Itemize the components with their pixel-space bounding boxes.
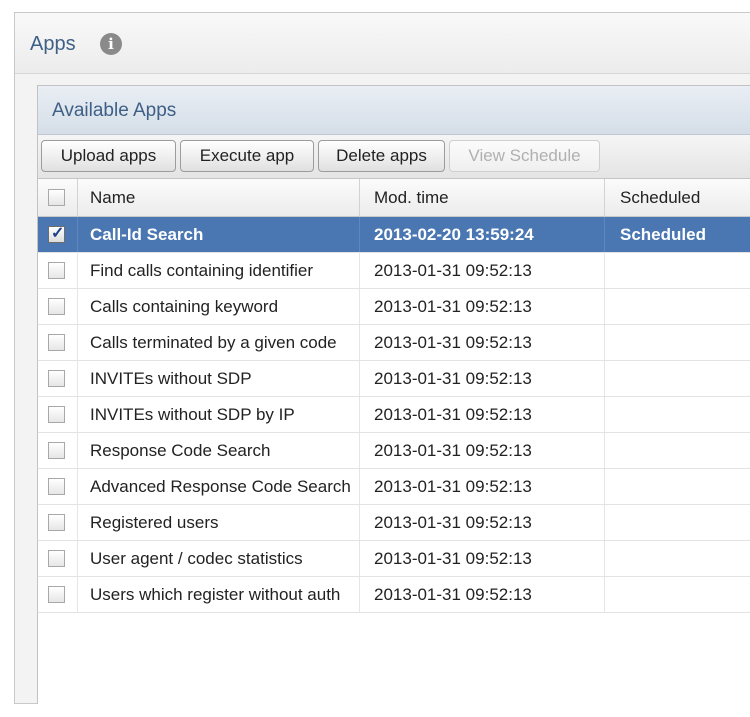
app-name-cell: User agent / codec statistics — [78, 541, 360, 576]
available-apps-header: Available Apps — [38, 86, 750, 135]
scheduled-cell — [605, 433, 750, 468]
app-name-cell: Advanced Response Code Search — [78, 469, 360, 504]
row-checkbox[interactable] — [48, 586, 65, 603]
scheduled-cell — [605, 253, 750, 288]
app-name-cell: Registered users — [78, 505, 360, 540]
scheduled-cell — [605, 577, 750, 612]
row-checkbox-cell — [38, 325, 78, 360]
row-checkbox-cell: ✓ — [38, 217, 78, 252]
scheduled-cell — [605, 325, 750, 360]
table-row[interactable]: INVITEs without SDP 2013-01-31 09:52:13 — [38, 361, 750, 397]
table-row[interactable]: Find calls containing identifier 2013-01-… — [38, 253, 750, 289]
scheduled-cell — [605, 505, 750, 540]
table-header-row: Name Mod. time Scheduled — [38, 179, 750, 217]
checkmark-icon: ✓ — [51, 225, 65, 242]
column-header-name[interactable]: Name — [78, 179, 360, 216]
execute-app-button[interactable]: Execute app — [180, 140, 314, 172]
row-checkbox-cell — [38, 397, 78, 432]
mod-time-cell: 2013-01-31 09:52:13 — [360, 541, 605, 576]
scheduled-cell: Scheduled — [620, 225, 706, 244]
info-icon[interactable]: i — [100, 33, 122, 55]
table-row[interactable]: Users which register without auth 2013-01… — [38, 577, 750, 613]
upload-apps-button[interactable]: Upload apps — [41, 140, 176, 172]
mod-time-cell: 2013-01-31 09:52:13 — [360, 433, 605, 468]
row-checkbox-cell — [38, 361, 78, 396]
mod-time-cell: 2013-01-31 09:52:13 — [360, 361, 605, 396]
table-row[interactable]: Calls containing keyword 2013-01-31 09:52… — [38, 289, 750, 325]
table-row[interactable]: Calls terminated by a given code 2013-01-… — [38, 325, 750, 361]
app-name-cell: Users which register without auth — [78, 577, 360, 612]
row-checkbox[interactable] — [48, 334, 65, 351]
app-name-cell: Call-Id Search — [78, 217, 360, 252]
row-checkbox-cell — [38, 505, 78, 540]
row-checkbox[interactable] — [48, 550, 65, 567]
mod-time-cell: 2013-02-20 13:59:24 — [360, 217, 605, 252]
table-row[interactable]: Advanced Response Code Search 2013-01-31 … — [38, 469, 750, 505]
row-checkbox[interactable] — [48, 298, 65, 315]
app-name-cell: Calls containing keyword — [78, 289, 360, 324]
apps-panel-header: Apps i — [15, 13, 750, 74]
app-name-cell: INVITEs without SDP by IP — [78, 397, 360, 432]
scheduled-cell — [605, 469, 750, 504]
app-name-cell: Response Code Search — [78, 433, 360, 468]
table-row[interactable]: ✓ Call-Id Search 2013-02-20 13:59:24 Schedu… — [38, 217, 750, 253]
mod-time-cell: 2013-01-31 09:52:13 — [360, 505, 605, 540]
row-checkbox[interactable] — [48, 370, 65, 387]
row-checkbox[interactable] — [48, 262, 65, 279]
toolbar: Upload apps Execute app Delete apps View… — [38, 135, 750, 179]
table-row[interactable]: Response Code Search 2013-01-31 09:52:13 — [38, 433, 750, 469]
scheduled-cell — [605, 397, 750, 432]
app-name-cell: Find calls containing identifier — [78, 253, 360, 288]
mod-time-cell: 2013-01-31 09:52:13 — [360, 577, 605, 612]
mod-time-cell: 2013-01-31 09:52:13 — [360, 289, 605, 324]
table-row[interactable]: INVITEs without SDP by IP 2013-01-31 09:5… — [38, 397, 750, 433]
row-checkbox-cell — [38, 253, 78, 288]
column-header-scheduled[interactable]: Scheduled — [605, 179, 750, 216]
available-apps-panel: Available Apps Upload apps Execute app D… — [37, 85, 750, 704]
row-checkbox[interactable] — [48, 442, 65, 459]
mod-time-cell: 2013-01-31 09:52:13 — [360, 325, 605, 360]
app-name-cell: INVITEs without SDP — [78, 361, 360, 396]
available-apps-title: Available Apps — [52, 100, 177, 121]
app-name-cell: Calls terminated by a given code — [78, 325, 360, 360]
scheduled-cell — [605, 541, 750, 576]
row-checkbox-cell — [38, 433, 78, 468]
mod-time-cell: 2013-01-31 09:52:13 — [360, 469, 605, 504]
apps-panel: Apps i Available Apps Upload apps Execut… — [14, 12, 750, 704]
row-checkbox[interactable] — [48, 514, 65, 531]
mod-time-cell: 2013-01-31 09:52:13 — [360, 397, 605, 432]
column-header-mod-time[interactable]: Mod. time — [360, 179, 605, 216]
row-checkbox-cell — [38, 469, 78, 504]
row-checkbox-cell — [38, 541, 78, 576]
delete-apps-button[interactable]: Delete apps — [318, 140, 445, 172]
table-row[interactable]: User agent / codec statistics 2013-01-31 … — [38, 541, 750, 577]
select-all-cell — [38, 179, 78, 216]
mod-time-cell: 2013-01-31 09:52:13 — [360, 253, 605, 288]
row-checkbox[interactable] — [48, 478, 65, 495]
row-checkbox[interactable] — [48, 406, 65, 423]
row-checkbox[interactable]: ✓ — [48, 225, 65, 243]
view-schedule-button: View Schedule — [449, 140, 600, 172]
row-checkbox-cell — [38, 289, 78, 324]
panel-title: Apps — [30, 33, 76, 55]
scheduled-cell — [605, 361, 750, 396]
scheduled-cell — [605, 289, 750, 324]
row-checkbox-cell — [38, 577, 78, 612]
table-row[interactable]: Registered users 2013-01-31 09:52:13 — [38, 505, 750, 541]
select-all-checkbox[interactable] — [48, 189, 65, 206]
